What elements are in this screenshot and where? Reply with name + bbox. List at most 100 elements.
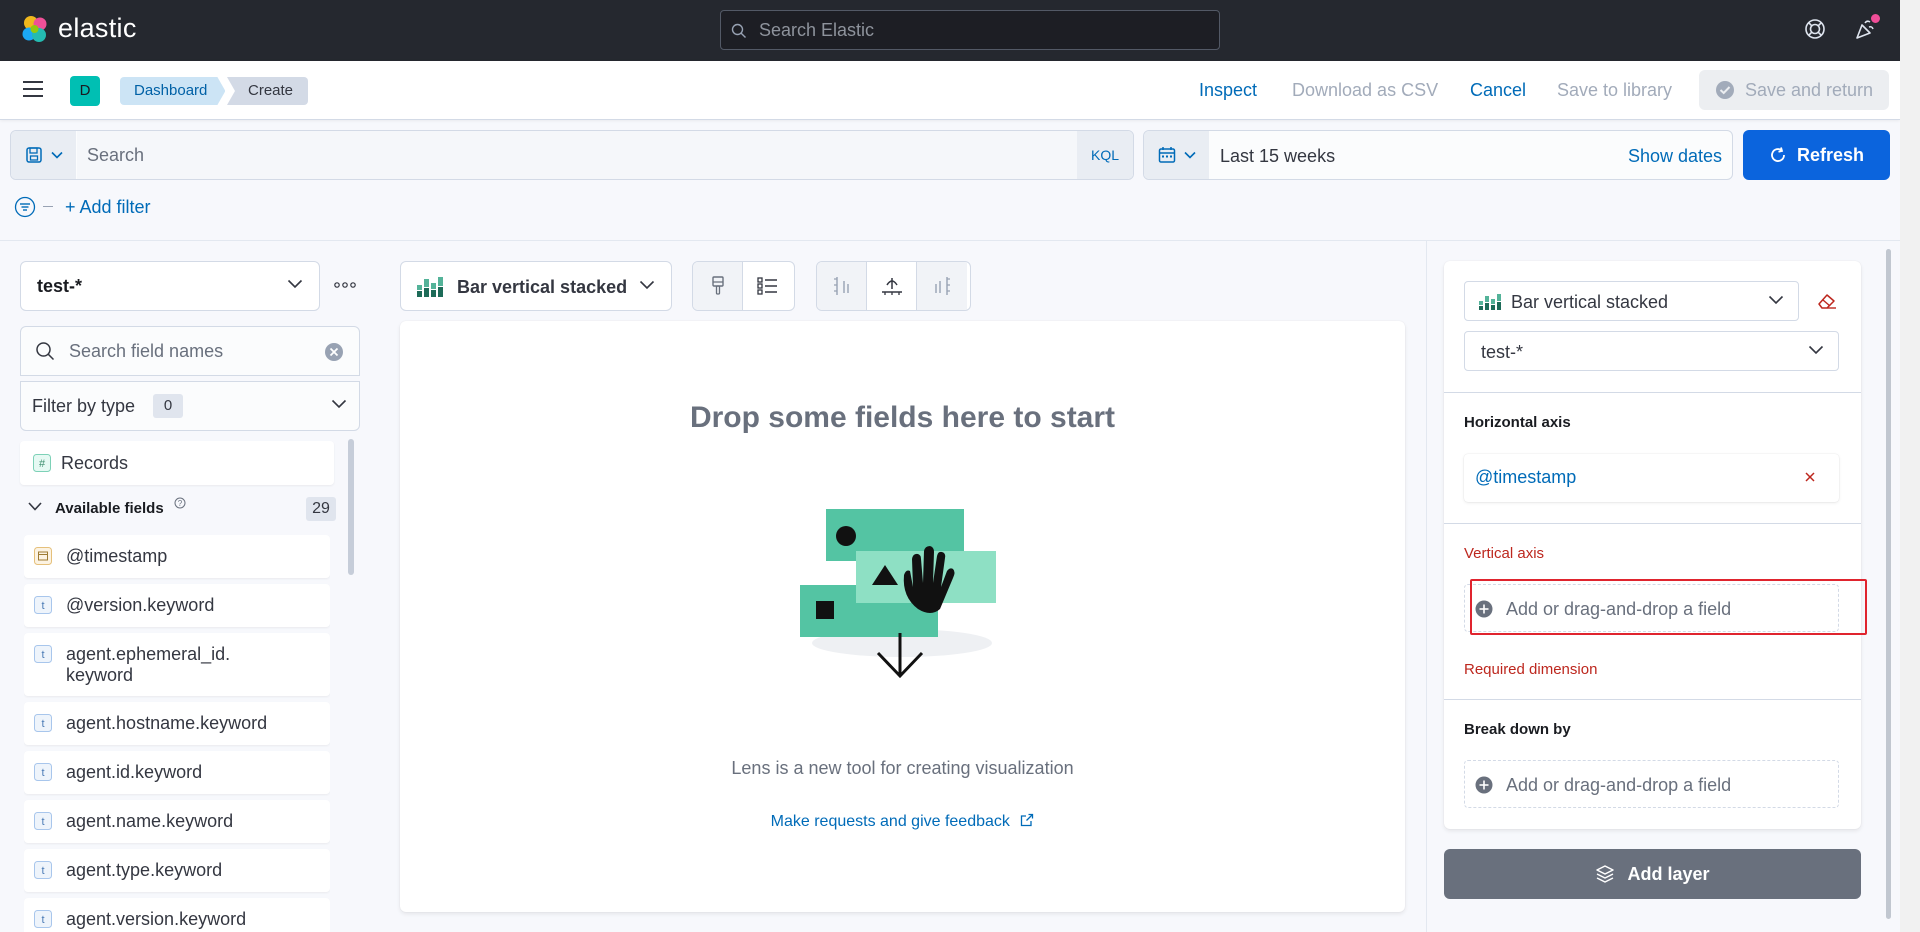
horizontal-axis-title: Horizontal axis: [1464, 414, 1571, 431]
bar-chart-stacked-icon: [1479, 294, 1501, 310]
inspect-link[interactable]: Inspect: [1199, 80, 1257, 101]
break-down-placeholder: Add or drag-and-drop a field: [1506, 775, 1732, 795]
field-item[interactable]: t agent.type.keyword: [24, 849, 330, 892]
breadcrumb-dashboard[interactable]: Dashboard: [120, 77, 225, 105]
add-layer-label: Add layer: [1627, 863, 1710, 884]
page-scrollbar-track[interactable]: [1900, 0, 1920, 932]
check-circle-icon: [1715, 81, 1734, 99]
svg-text:t: t: [41, 767, 44, 779]
available-fields-header[interactable]: Available fields ? 29: [24, 493, 336, 523]
required-dimension-error: Required dimension: [1464, 661, 1598, 678]
cancel-link[interactable]: Cancel: [1470, 80, 1526, 101]
field-name: @version.keyword: [66, 595, 215, 615]
sidebar-scrollbar[interactable]: [348, 439, 354, 575]
add-filter-button[interactable]: + Add filter: [65, 197, 151, 218]
info-icon[interactable]: ?: [174, 497, 186, 509]
eraser-icon[interactable]: [1817, 292, 1837, 310]
field-name: agent.hostname.keyword: [66, 713, 268, 733]
date-token-icon: [34, 547, 52, 565]
horizontal-axis-field[interactable]: @timestamp: [1475, 467, 1576, 488]
field-item[interactable]: t agent.version.keyword: [24, 898, 330, 932]
field-item[interactable]: @timestamp: [24, 535, 330, 578]
chevron-down-icon: [331, 399, 347, 409]
space-avatar[interactable]: D: [70, 76, 100, 106]
save-icon: [25, 147, 42, 163]
index-pattern-select[interactable]: test-*: [20, 261, 320, 311]
text-token-icon: t: [34, 763, 52, 781]
date-range-label[interactable]: Last 15 weeks: [1220, 146, 1335, 167]
bottom-axis-button[interactable]: [867, 262, 917, 310]
save-to-library-link[interactable]: Save to library: [1557, 80, 1672, 101]
drop-fields-illustration: [800, 509, 996, 679]
add-layer-button[interactable]: Add layer: [1444, 849, 1861, 899]
field-search-input[interactable]: [69, 327, 319, 375]
field-item[interactable]: t agent.ephemeral_id. keyword: [24, 633, 330, 696]
download-csv-link[interactable]: Download as CSV: [1292, 80, 1438, 101]
feedback-link[interactable]: Make requests and give feedback: [400, 813, 1405, 831]
more-options-icon[interactable]: [334, 282, 356, 288]
horizontal-axis-dimension[interactable]: @timestamp: [1464, 454, 1839, 502]
search-icon: [36, 342, 55, 361]
svg-text:t: t: [41, 914, 44, 926]
field-item[interactable]: t @version.keyword: [24, 584, 330, 627]
field-name: agent.id.keyword: [66, 762, 203, 782]
show-dates-link[interactable]: Show dates: [1628, 146, 1722, 167]
field-item[interactable]: t agent.name.keyword: [24, 800, 330, 843]
chevron-down-icon: [1808, 345, 1824, 355]
number-token-icon: #: [33, 454, 51, 472]
notification-dot: [1870, 13, 1881, 24]
config-scrollbar[interactable]: [1886, 249, 1891, 919]
break-down-add-field[interactable]: Add or drag-and-drop a field: [1464, 760, 1839, 808]
field-item[interactable]: t agent.hostname.keyword: [24, 702, 330, 745]
query-language-button[interactable]: KQL: [1077, 131, 1133, 179]
section-divider: [1444, 699, 1861, 700]
elastic-logo[interactable]: elastic: [20, 13, 137, 44]
visual-options-button[interactable]: [693, 262, 743, 310]
filter-options-icon[interactable]: [14, 196, 36, 218]
help-icon[interactable]: [1804, 18, 1826, 40]
menu-icon[interactable]: [22, 79, 44, 99]
field-search[interactable]: [20, 326, 360, 376]
text-token-icon: t: [34, 910, 52, 928]
field-item[interactable]: t agent.id.keyword: [24, 751, 330, 794]
text-token-icon: t: [34, 714, 52, 732]
vertical-axis-placeholder: Add or drag-and-drop a field: [1506, 599, 1732, 619]
chart-type-switcher[interactable]: Bar vertical stacked: [400, 261, 672, 311]
quick-date-menu-button[interactable]: [1144, 131, 1209, 179]
svg-text:t: t: [41, 865, 44, 877]
records-field[interactable]: # Records: [20, 441, 334, 485]
field-name: agent.version.keyword: [66, 909, 247, 929]
layer-index-pattern-select[interactable]: test-*: [1464, 331, 1839, 371]
svg-text:t: t: [41, 649, 44, 661]
filter-by-type[interactable]: Filter by type 0: [20, 381, 360, 431]
right-axis-button[interactable]: [917, 262, 967, 310]
chevron-down-icon: [28, 502, 42, 511]
available-fields-label: Available fields: [55, 500, 164, 517]
bar-chart-stacked-icon: [417, 277, 443, 297]
filter-by-type-label: Filter by type: [32, 396, 136, 416]
empty-state-title: Drop some fields here to start: [689, 401, 1116, 434]
global-search-input[interactable]: [759, 11, 1199, 49]
visualization-canvas[interactable]: Drop some fields here to start Lens is a…: [400, 321, 1405, 912]
index-pattern-label: test-*: [37, 276, 83, 296]
query-input[interactable]: [77, 131, 1077, 179]
lens-description: Lens is a new tool for creating visualiz…: [731, 758, 1074, 778]
layer-chart-type-select[interactable]: Bar vertical stacked: [1464, 281, 1799, 321]
svg-text:?: ?: [178, 499, 183, 508]
save-and-return-button[interactable]: Save and return: [1699, 70, 1889, 110]
legend-icon: [757, 277, 777, 295]
elastic-cluster-icon: [22, 15, 47, 42]
bottom-axis-icon: [881, 278, 902, 295]
style-toolbar: [692, 261, 795, 311]
vertical-axis-add-field[interactable]: Add or drag-and-drop a field: [1464, 584, 1839, 632]
left-axis-button[interactable]: [817, 262, 867, 310]
brand-name: elastic: [58, 13, 137, 43]
remove-dimension-icon[interactable]: [1804, 471, 1816, 483]
saved-query-button[interactable]: [11, 131, 76, 179]
global-search[interactable]: [720, 10, 1220, 50]
refresh-button[interactable]: Refresh: [1743, 130, 1890, 180]
legend-options-button[interactable]: [743, 262, 793, 310]
global-header: elastic: [0, 0, 1920, 61]
filter-separator: [43, 206, 53, 207]
clear-icon[interactable]: [324, 342, 344, 362]
